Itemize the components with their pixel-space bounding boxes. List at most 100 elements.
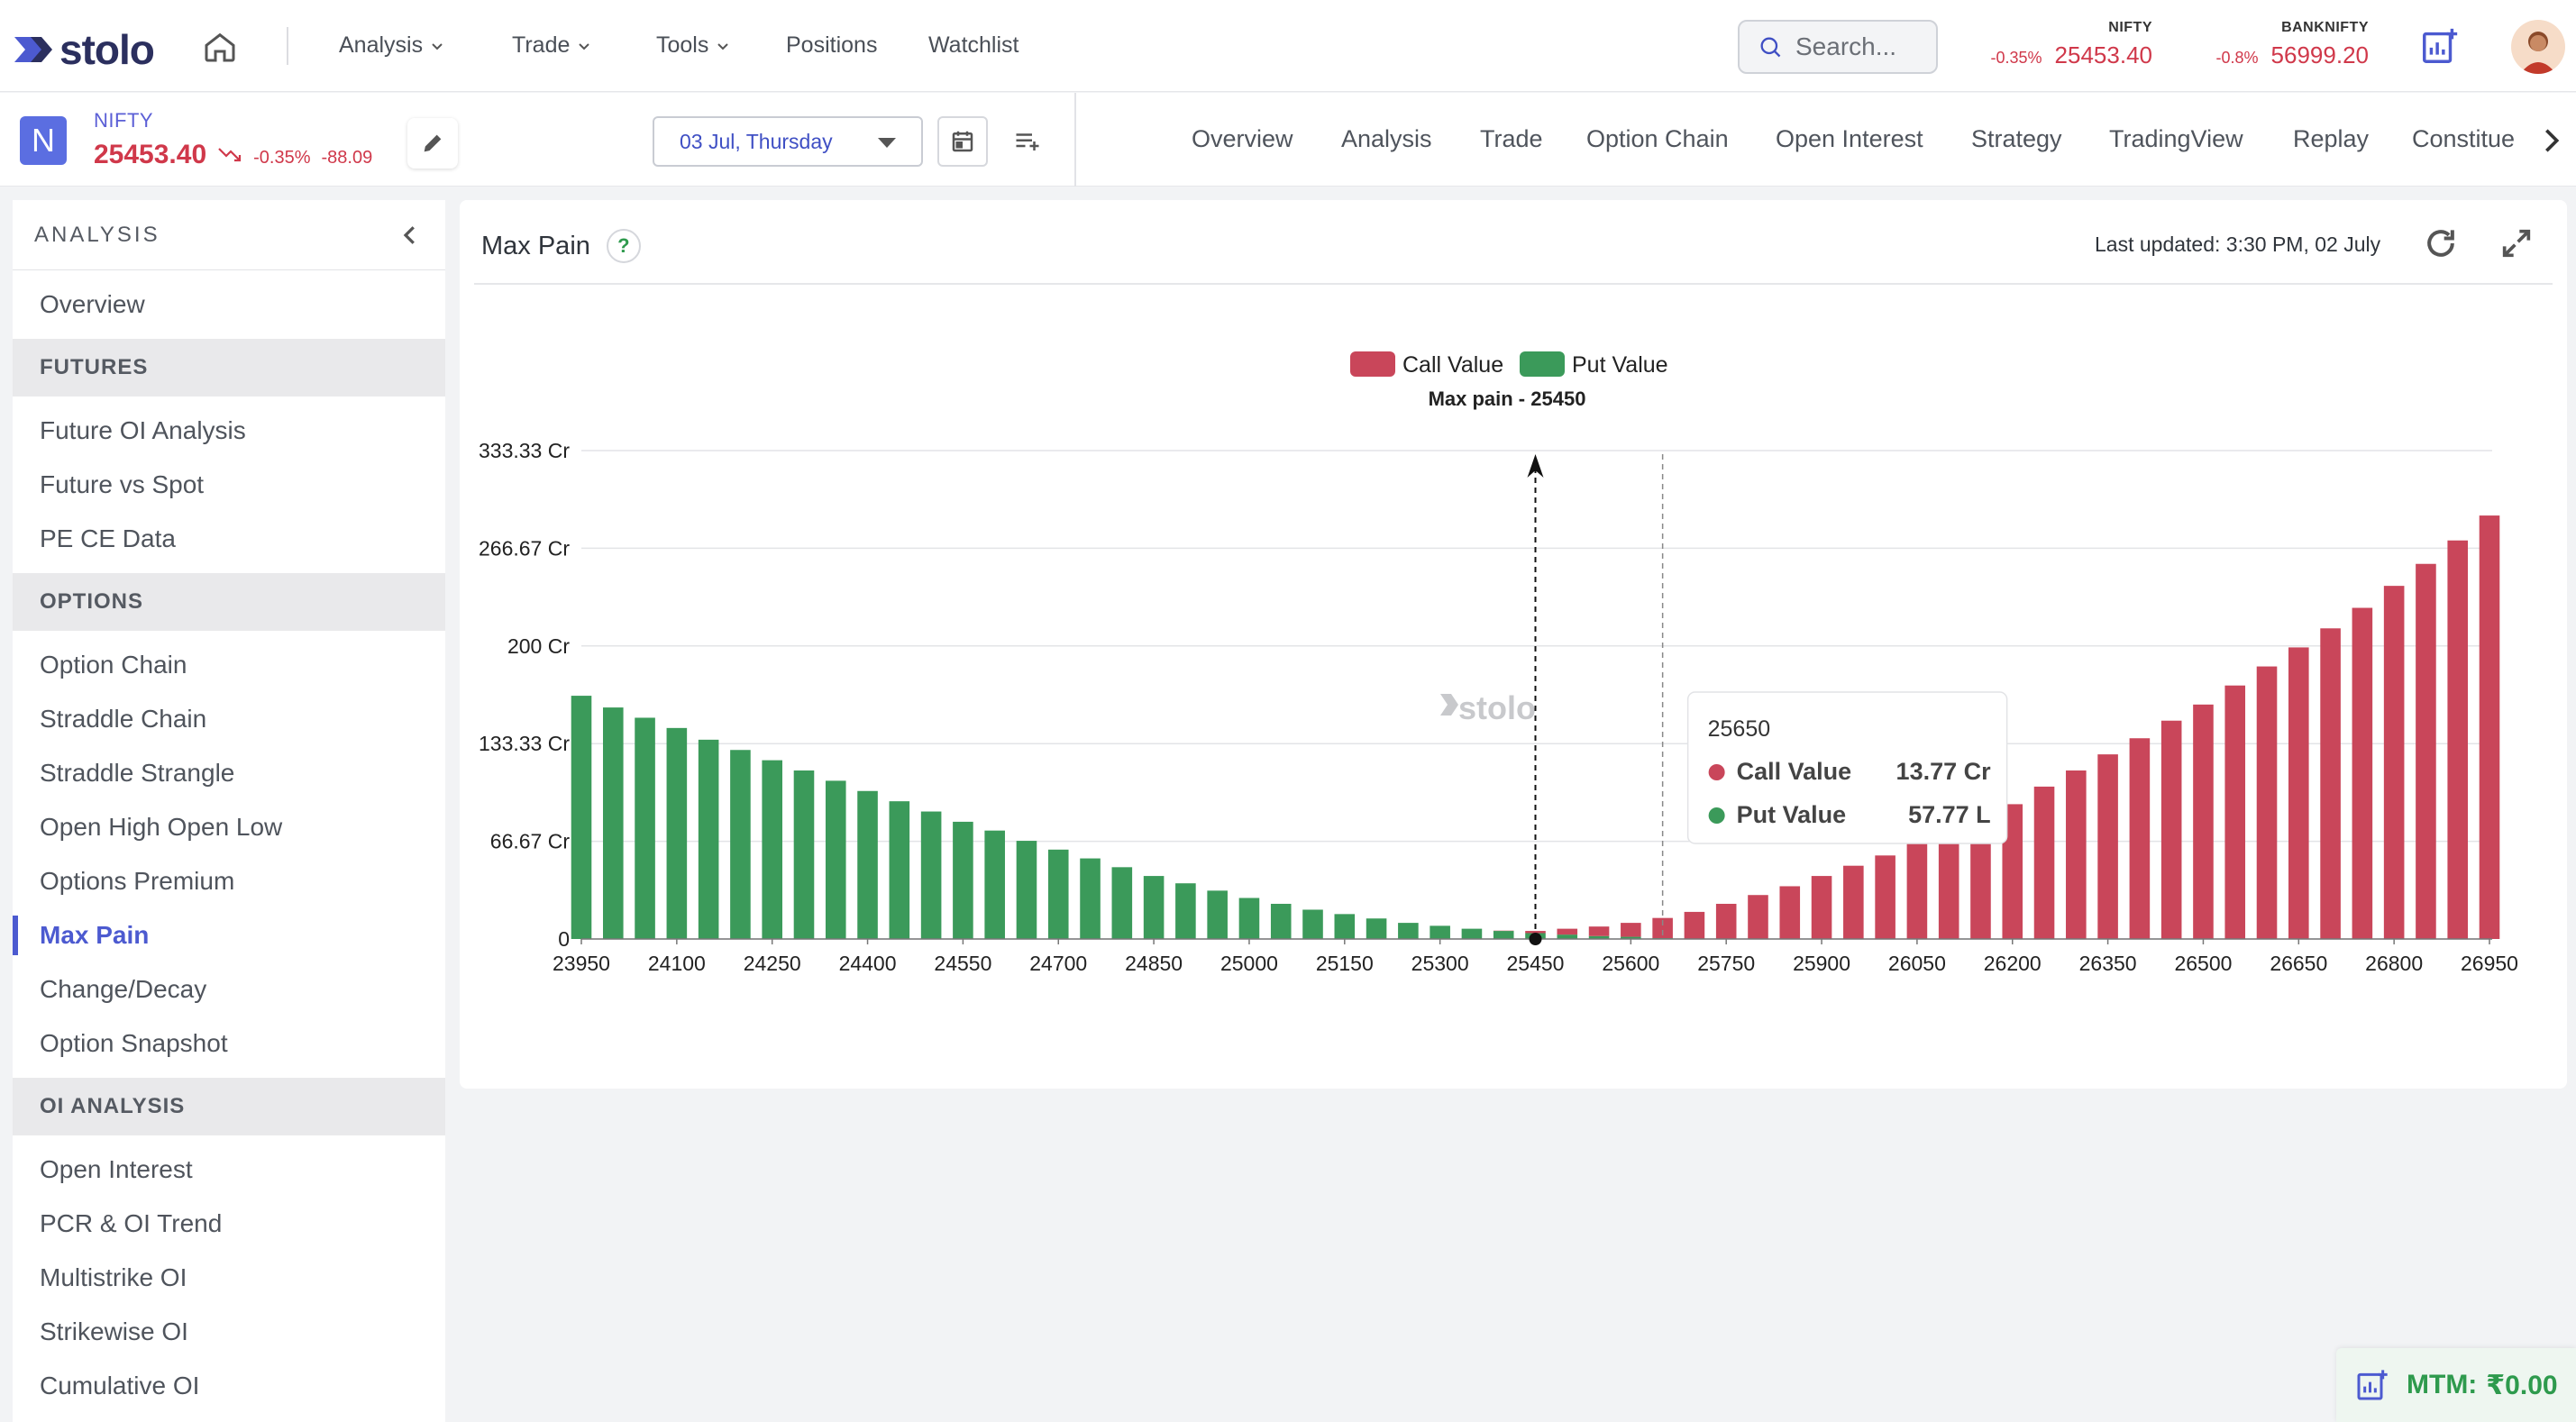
calendar-button[interactable] [937,116,988,167]
symbol-price: 25453.40 [94,140,207,169]
put-bar [825,780,846,939]
call-bar [2160,720,2182,939]
y-tick-label: 200 Cr [507,634,570,658]
call-bar [2383,586,2405,939]
chevron-right-icon[interactable] [2538,125,2565,156]
tab-option-chain[interactable]: Option Chain [1586,125,1729,153]
tab-overview[interactable]: Overview [1192,125,1293,153]
ticker-value: 56999.20 [2270,41,2369,68]
sidebar-item-cumulative-oi[interactable]: Cumulative OI [13,1359,445,1413]
sidebar-title: ANALYSIS [34,222,160,247]
put-bar [1016,841,1037,939]
max-pain-arrow [1527,454,1544,478]
x-tick-label: 24700 [1029,952,1087,975]
sidebar-item-future-oi-analysis[interactable]: Future OI Analysis [13,404,445,458]
expiry-select[interactable]: 03 Jul, Thursday [653,116,923,167]
sidebar-item-straddle-chain[interactable]: Straddle Chain [13,692,445,746]
put-bar [602,707,624,939]
call-bar [2320,628,2341,939]
legend-put-label: Put Value [1572,352,1668,378]
stolo-logo[interactable]: stolo [14,25,155,74]
x-tick-label: 25450 [1507,952,1565,975]
legend-call-swatch [1350,351,1395,377]
ticker-change: -0.35% [1990,49,2042,67]
sidebar-item-intraday-oi-breakup[interactable]: Intraday OI Breakup [13,1413,445,1422]
call-bar [1811,876,1832,939]
max-pain-point [1529,933,1542,945]
y-tick-label: 0 [558,927,570,951]
sidebar-list: Overview FUTURES Future OI Analysis Future … [13,270,445,1422]
x-tick-label: 24250 [744,952,801,975]
put-bar [1398,923,1419,939]
x-tick-label: 26650 [2270,952,2327,975]
tab-tradingview[interactable]: TradingView [2109,125,2243,153]
max-pain-chart: Call Value Put Value Max pain - 25450 0 66.6… [479,351,2518,975]
tab-trade[interactable]: Trade [1480,125,1543,153]
sidebar-item-open-interest[interactable]: Open Interest [13,1143,445,1197]
tab-open-interest[interactable]: Open Interest [1776,125,1923,153]
chevron-left-icon[interactable] [397,222,424,249]
mtm-widget[interactable]: MTM: ₹0.00 [2336,1348,2576,1422]
sidebar-item-max-pain[interactable]: Max Pain [13,908,445,962]
tab-replay[interactable]: Replay [2293,125,2369,153]
nav-tools[interactable]: Tools [656,32,730,59]
nav-analysis[interactable]: Analysis [339,32,444,59]
chevron-down-icon [579,42,590,50]
search-input[interactable] [1795,32,1931,61]
add-to-list-button[interactable] [1002,116,1053,167]
call-bar [1715,903,1737,939]
x-tick-label: 26050 [1888,952,1946,975]
put-bar [889,801,910,939]
nav-positions[interactable]: Positions [786,32,877,59]
sidebar-item-pcr-oi-trend[interactable]: PCR & OI Trend [13,1197,445,1251]
add-chart-icon[interactable] [2419,25,2461,67]
search-box[interactable] [1738,20,1938,74]
home-icon[interactable] [200,27,240,67]
sidebar-item-change-decay[interactable]: Change/Decay [13,962,445,1016]
call-bar [2097,754,2118,939]
sidebar-section-futures: FUTURES [13,339,445,397]
tab-analysis[interactable]: Analysis [1341,125,1432,153]
sidebar-item-option-snapshot[interactable]: Option Snapshot [13,1016,445,1071]
caret-down-icon [878,138,896,148]
symbol-price-row: 25453.40 -0.35% -88.09 [94,140,372,170]
sidebar-item-overview[interactable]: Overview [13,278,445,332]
put-bar [666,727,688,939]
x-tick-label: 26200 [1984,952,2042,975]
add-chart-icon [2357,1370,2388,1400]
ticker-banknifty[interactable]: BANKNIFTY -0.8% 56999.20 [2196,20,2369,69]
put-bar [1334,914,1356,939]
tab-constituents[interactable]: Constitue [2412,125,2515,153]
call-bar [1938,830,1959,939]
user-avatar[interactable] [2511,20,2565,74]
nav-trade-label: Trade [512,32,571,58]
edit-symbol-button[interactable] [407,118,458,169]
sidebar-item-option-chain[interactable]: Option Chain [13,638,445,692]
mtm-label: MTM: [2407,1370,2478,1399]
sidebar-item-straddle-strangle[interactable]: Straddle Strangle [13,746,445,800]
sidebar-item-future-vs-spot[interactable]: Future vs Spot [13,458,445,512]
put-bar [1238,898,1260,939]
call-bar [1684,911,1705,939]
sidebar-item-pe-ce-data[interactable]: PE CE Data [13,512,445,566]
tab-strategy[interactable]: Strategy [1971,125,2062,153]
tooltip-call-dot [1708,764,1725,780]
x-tick-label: 25900 [1793,952,1850,975]
x-tick-label: 23950 [553,952,610,975]
put-bar [984,830,1005,939]
ticker-nifty[interactable]: NIFTY -0.35% 25453.40 [1972,20,2153,69]
logo-text: stolo [59,26,155,73]
x-tick-label: 26350 [2079,952,2137,975]
sidebar-item-strikewise-oi[interactable]: Strikewise OI [13,1305,445,1359]
call-bar [1779,886,1801,939]
tabs-strip: Overview Analysis Trade Option Chain Ope… [1163,93,2531,187]
sidebar-item-multistrike-oi[interactable]: Multistrike OI [13,1251,445,1305]
sidebar-item-open-high-open-low[interactable]: Open High Open Low [13,800,445,854]
nav-watchlist[interactable]: Watchlist [928,32,1019,59]
search-icon [1760,37,1781,58]
put-bar [730,750,751,939]
sidebar-item-options-premium[interactable]: Options Premium [13,854,445,908]
nav-trade[interactable]: Trade [512,32,591,59]
put-bar [1175,883,1196,939]
